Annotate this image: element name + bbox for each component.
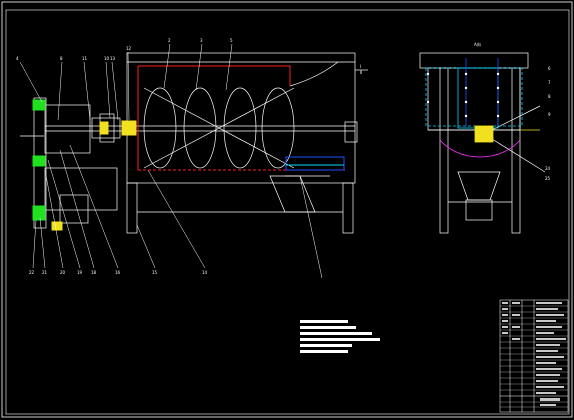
side-view	[419, 52, 546, 234]
sheet-border	[1, 1, 573, 418]
callout-8: 8	[60, 56, 63, 61]
green-sprocket-mid	[32, 155, 46, 167]
blue-outlet	[285, 156, 345, 171]
callout-13: 13	[110, 56, 116, 61]
callout-3: 3	[200, 38, 203, 43]
screw-flight-2	[183, 87, 217, 169]
side-view-colors	[425, 58, 540, 158]
red-feed-line	[138, 65, 291, 86]
side-leg-right	[511, 67, 521, 234]
callout-11: 11	[82, 56, 88, 61]
leader-lines	[19, 43, 323, 279]
cyan-hopper	[425, 67, 523, 127]
callout-10: 10	[104, 56, 110, 61]
callout-9: 9	[548, 112, 551, 117]
callout-19: 19	[77, 270, 83, 275]
side-label-2: Ⅱ	[360, 70, 362, 75]
side-dots	[426, 72, 500, 118]
callout-12: 12	[126, 46, 132, 51]
callout-25: 25	[545, 176, 551, 181]
callout-5: 5	[230, 38, 233, 43]
callout-4: 4	[16, 56, 19, 61]
callout-18: 18	[91, 270, 97, 275]
callout-21: 21	[42, 270, 48, 275]
yellow-bearing-left	[121, 120, 137, 136]
callout-2: 2	[168, 38, 171, 43]
callout-15: 15	[152, 270, 158, 275]
main-view	[20, 52, 368, 234]
callout-14: 14	[202, 270, 208, 275]
callout-7: 7	[548, 80, 551, 85]
green-sprocket-bottom	[32, 205, 46, 221]
callout-20: 20	[60, 270, 66, 275]
gearbox	[44, 104, 91, 154]
motor	[44, 167, 118, 211]
screw-flight-3	[223, 87, 257, 169]
callout-16: 16	[115, 270, 121, 275]
yellow-bearing-right	[99, 121, 109, 135]
yellow-gear-small	[51, 221, 63, 231]
callout-8b: 8	[548, 94, 551, 99]
green-sprocket-top	[32, 99, 46, 111]
color-highlights	[32, 65, 345, 231]
left-leg	[126, 182, 138, 234]
callout-6: 6	[548, 66, 551, 71]
callout-22: 22	[29, 270, 35, 275]
screw-flight-4	[261, 87, 295, 169]
engineering-drawing: 4 8 11 10 13 12 2 3 5 22 21 20 19 18 16 …	[1, 1, 573, 418]
trough-body	[126, 52, 356, 184]
magenta-trough-arc	[439, 139, 521, 158]
right-leg	[342, 182, 354, 234]
view-label: A向	[474, 41, 481, 47]
technical-notes	[300, 320, 380, 353]
side-leg-left	[439, 67, 449, 234]
screw-flight-1	[143, 87, 177, 169]
side-label-1: Ⅰ	[360, 64, 361, 69]
callout-24: 24	[545, 166, 551, 171]
yellow-bearing-side	[474, 125, 494, 143]
